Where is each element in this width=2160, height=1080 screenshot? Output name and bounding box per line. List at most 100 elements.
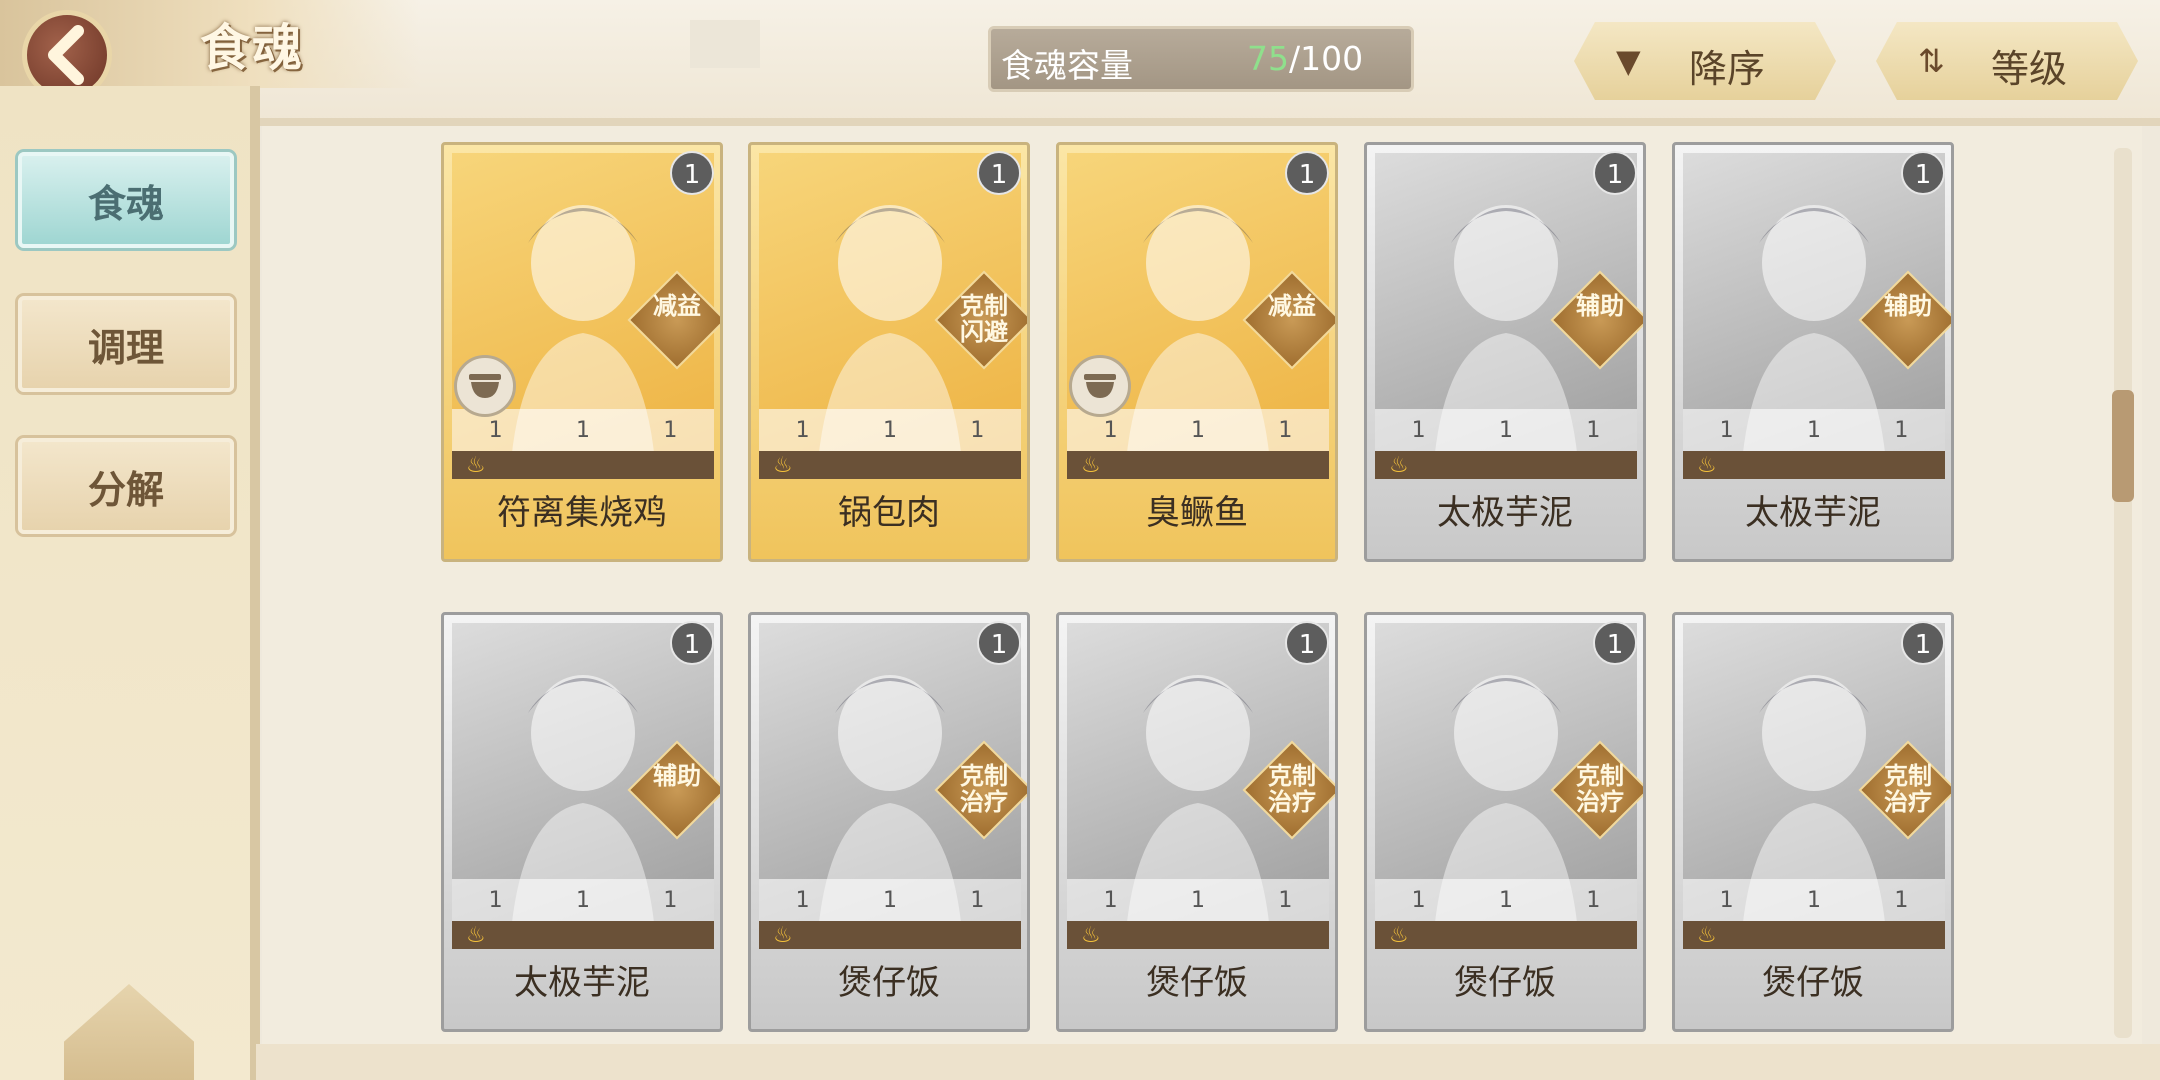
sort-by-button[interactable]: ⇅ 等级 xyxy=(1876,22,2138,100)
sidebar-edge xyxy=(250,86,260,1080)
food-soul-card[interactable]: 1 1 1 ♨ 1 克制 治疗 煲仔饭 xyxy=(1364,612,1646,1032)
flame-icon: ♨ xyxy=(773,453,793,478)
flame-icon: ♨ xyxy=(1081,923,1101,948)
level-badge: 1 xyxy=(977,151,1021,195)
stat-value: 1 xyxy=(1586,887,1601,913)
level-badge: 1 xyxy=(670,151,714,195)
flame-icon: ♨ xyxy=(1697,453,1717,478)
food-soul-card[interactable]: 1 1 1 ♨ 1 克制 闪避 锅包肉 xyxy=(748,142,1030,562)
card-name: 煲仔饭 xyxy=(1146,963,1248,1003)
role-tag-label: 克制 治疗 xyxy=(960,762,1008,816)
rank-bar xyxy=(1683,451,1945,479)
capacity-current: 75 xyxy=(1247,39,1289,78)
stat-value: 1 xyxy=(882,417,897,443)
tab-decompose[interactable]: 分解 xyxy=(18,438,234,534)
capacity-max: /100 xyxy=(1289,39,1364,78)
stat-value: 1 xyxy=(1719,417,1734,443)
role-tag-label: 辅助 xyxy=(1576,292,1624,320)
card-name: 煲仔饭 xyxy=(1762,963,1864,1003)
page-title: 食魂 xyxy=(200,19,304,77)
stat-value: 1 xyxy=(663,417,678,443)
stat-row: 1 1 1 xyxy=(759,409,1021,451)
stat-value: 1 xyxy=(1190,887,1205,913)
scrollbar-thumb[interactable] xyxy=(2112,390,2134,502)
stat-row: 1 1 1 xyxy=(759,879,1021,921)
food-soul-card[interactable]: 1 1 1 ♨ 1 辅助 太极芋泥 xyxy=(441,612,723,1032)
role-tag-label: 克制 治疗 xyxy=(1576,762,1624,816)
sort-order-label: 降序 xyxy=(1689,47,1766,91)
food-soul-card[interactable]: 1 1 1 ♨ 1 克制 治疗 煲仔饭 xyxy=(1672,612,1954,1032)
stat-row: 1 1 1 xyxy=(1683,879,1945,921)
stat-value: 1 xyxy=(1278,417,1293,443)
role-tag-label: 克制 闪避 xyxy=(960,292,1008,346)
rank-bar xyxy=(452,451,714,479)
rank-bar xyxy=(759,921,1021,949)
stat-value: 1 xyxy=(1278,887,1293,913)
level-badge: 1 xyxy=(1593,151,1637,195)
level-badge: 1 xyxy=(1285,621,1329,665)
level-badge: 1 xyxy=(1901,151,1945,195)
card-name: 煲仔饭 xyxy=(1454,963,1556,1003)
flame-icon: ♨ xyxy=(466,453,486,478)
blank-placeholder xyxy=(690,20,760,68)
flame-icon: ♨ xyxy=(1081,453,1101,478)
sort-arrows-icon: ⇅ xyxy=(1918,42,1945,80)
stat-value: 1 xyxy=(882,887,897,913)
stat-value: 1 xyxy=(795,417,810,443)
stat-row: 1 1 1 xyxy=(1375,409,1637,451)
triangle-down-icon: ▼ xyxy=(1616,42,1641,80)
stat-value: 1 xyxy=(1411,417,1426,443)
scrollbar-track[interactable] xyxy=(2114,148,2132,1038)
tab-conditioning[interactable]: 调理 xyxy=(18,296,234,392)
stat-value: 1 xyxy=(488,887,503,913)
level-badge: 1 xyxy=(670,621,714,665)
stat-value: 1 xyxy=(575,417,590,443)
stat-value: 1 xyxy=(1719,887,1734,913)
card-name: 太极芋泥 xyxy=(514,963,650,1003)
role-tag-label: 辅助 xyxy=(653,762,701,790)
food-soul-card[interactable]: 1 1 1 ♨ 1 减益 符离集烧鸡 xyxy=(441,142,723,562)
role-tag-label: 减益 xyxy=(653,292,701,320)
stat-value: 1 xyxy=(1894,887,1909,913)
flame-icon: ♨ xyxy=(1697,923,1717,948)
card-name: 太极芋泥 xyxy=(1745,493,1881,533)
stat-value: 1 xyxy=(1498,887,1513,913)
flame-icon: ♨ xyxy=(773,923,793,948)
flame-icon: ♨ xyxy=(1389,453,1409,478)
stat-value: 1 xyxy=(1190,417,1205,443)
food-soul-card[interactable]: 1 1 1 ♨ 1 辅助 太极芋泥 xyxy=(1672,142,1954,562)
top-bar-divider xyxy=(250,118,2160,126)
stat-value: 1 xyxy=(1103,887,1118,913)
flame-icon: ♨ xyxy=(1389,923,1409,948)
capacity-display: 食魂容量 75/100 xyxy=(988,26,1414,92)
stat-value: 1 xyxy=(488,417,503,443)
food-soul-card[interactable]: 1 1 1 ♨ 1 减益 臭鳜鱼 xyxy=(1056,142,1338,562)
flame-icon: ♨ xyxy=(466,923,486,948)
food-soul-card[interactable]: 1 1 1 ♨ 1 克制 治疗 煲仔饭 xyxy=(1056,612,1338,1032)
card-name: 锅包肉 xyxy=(838,493,940,533)
rank-bar xyxy=(1067,921,1329,949)
role-tag-label: 克制 治疗 xyxy=(1884,762,1932,816)
card-name: 臭鳜鱼 xyxy=(1146,493,1248,533)
food-soul-card[interactable]: 1 1 1 ♨ 1 辅助 太极芋泥 xyxy=(1364,142,1646,562)
food-soul-card[interactable]: 1 1 1 ♨ 1 克制 治疗煲仔饭 xyxy=(748,612,1030,1032)
bottom-strip xyxy=(256,1044,2160,1080)
capacity-value: 75/100 xyxy=(1247,39,1363,78)
stat-value: 1 xyxy=(1894,417,1909,443)
capacity-label: 食魂容量 xyxy=(1001,46,1133,85)
stat-value: 1 xyxy=(1411,887,1426,913)
bowl-icon xyxy=(454,355,516,417)
level-badge: 1 xyxy=(977,621,1021,665)
rank-bar xyxy=(1067,451,1329,479)
sort-order-button[interactable]: ▼ 降序 xyxy=(1574,22,1836,100)
role-tag-label: 辅助 xyxy=(1884,292,1932,320)
stat-value: 1 xyxy=(575,887,590,913)
stat-row: 1 1 1 xyxy=(452,879,714,921)
chevron-left-icon xyxy=(48,25,84,85)
tab-food-souls[interactable]: 食魂 xyxy=(18,152,234,248)
card-name: 煲仔饭 xyxy=(838,963,940,1003)
role-tag-label: 克制 治疗 xyxy=(1268,762,1316,816)
rank-bar xyxy=(452,921,714,949)
stat-value: 1 xyxy=(1103,417,1118,443)
card-name: 太极芋泥 xyxy=(1437,493,1573,533)
